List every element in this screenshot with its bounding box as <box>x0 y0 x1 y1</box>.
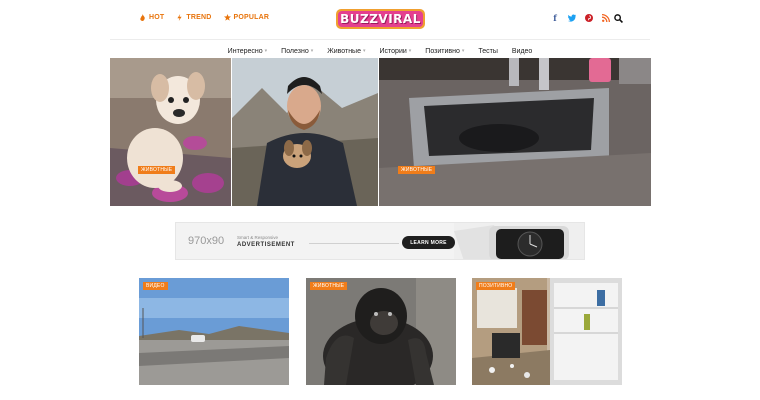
chevron-down-icon: ▾ <box>264 48 268 54</box>
category-tag[interactable]: ЖИВОТНЫЕ <box>310 282 348 290</box>
nav-item-label: Истории <box>379 47 407 55</box>
chevron-down-icon: ▾ <box>310 48 314 54</box>
sink-cat-image <box>379 58 651 206</box>
post-card-road[interactable]: ВИДЕО <box>139 278 289 385</box>
popular-link[interactable]: POPULAR <box>223 14 270 21</box>
post-card-gorilla[interactable]: ЖИВОТНЫЕ <box>306 278 456 385</box>
nav-item-zhivotnye[interactable]: Животные ▾ <box>327 44 365 58</box>
category-tag[interactable]: ПОЗИТИВНО <box>476 282 516 290</box>
trend-link-label: TREND <box>186 14 212 21</box>
ad-title: ADVERTISEMENT <box>237 242 295 248</box>
rss-icon[interactable] <box>602 13 610 22</box>
nav-item-pozitivno[interactable]: Позитивно ▾ <box>425 44 464 58</box>
road-image <box>139 278 289 385</box>
nav-item-label: Тесты <box>478 47 498 55</box>
hero-post-puppy[interactable]: ЖИВОТНЫЕ <box>110 58 231 206</box>
learn-more-button[interactable]: LEARN MORE <box>402 236 455 249</box>
hot-link[interactable]: HOT <box>139 14 164 21</box>
trend-link[interactable]: TREND <box>176 14 211 21</box>
popular-link-label: POPULAR <box>233 14 270 21</box>
nav-item-testy[interactable]: Тесты <box>478 44 498 58</box>
star-icon <box>223 14 231 21</box>
ad-size: 970x90 <box>188 235 225 247</box>
chevron-down-icon: ▾ <box>461 48 465 54</box>
nav-item-label: Видео <box>511 47 533 55</box>
post-card-kitchen[interactable]: ПОЗИТИВНО <box>472 278 622 385</box>
nav-item-video[interactable]: Видео <box>512 44 532 58</box>
nav-item-interesno[interactable]: Интересно ▾ <box>228 44 267 58</box>
nav-item-label: Животные <box>327 47 361 55</box>
chevron-down-icon: ▾ <box>408 48 412 54</box>
twitter-icon[interactable] <box>568 13 576 22</box>
bolt-icon <box>177 14 182 21</box>
main-nav: Интересно ▾ Полезно ▾ Животные ▾ Истории ▾ П… <box>0 40 760 58</box>
site-logo[interactable]: BUZZVIRAL <box>336 9 425 29</box>
gorilla-image <box>306 278 456 385</box>
ad-banner[interactable]: 970x90 Smart & Responsive ADVERTISEMENT … <box>175 222 585 260</box>
nav-item-istorii[interactable]: Истории ▾ <box>380 44 412 58</box>
nav-item-label: Интересно <box>227 47 263 55</box>
kitchen-image <box>472 278 622 385</box>
hero-slider: ЖИВОТНЫЕ ЖИВОТНЫЕ <box>110 58 651 206</box>
category-tag[interactable]: ЖИВОТНЫЕ <box>398 166 436 174</box>
category-tag[interactable]: ЖИВОТНЫЕ <box>138 166 176 174</box>
category-tag[interactable]: ВИДЕО <box>143 282 168 290</box>
nav-item-label: Позитивно <box>425 47 460 55</box>
page: HOT TREND POPULAR BUZZVIRAL f Интересно … <box>0 0 760 400</box>
fire-icon <box>140 14 145 21</box>
ad-subtitle: Smart & Responsive <box>237 235 279 240</box>
ad-watch-image <box>454 223 584 259</box>
facebook-icon[interactable]: f <box>551 13 559 23</box>
puppy-image <box>110 58 231 206</box>
ad-divider <box>309 243 399 244</box>
trend-links: HOT TREND POPULAR <box>139 14 269 21</box>
pinterest-icon[interactable] <box>585 13 593 22</box>
chevron-down-icon: ▾ <box>362 48 366 54</box>
search-icon[interactable] <box>614 14 623 23</box>
hot-link-label: HOT <box>149 14 165 21</box>
site-logo-text: BUZZVIRAL <box>338 11 423 27</box>
nav-item-polezno[interactable]: Полезно ▾ <box>281 44 313 58</box>
hero-post-sink-cat[interactable]: ЖИВОТНЫЕ <box>379 58 651 206</box>
man-with-dog-image <box>232 58 378 206</box>
social-links: f <box>551 13 610 23</box>
nav-item-label: Полезно <box>281 47 309 55</box>
hero-post-man-dog[interactable] <box>232 58 378 206</box>
site-header: HOT TREND POPULAR BUZZVIRAL f <box>0 0 760 40</box>
